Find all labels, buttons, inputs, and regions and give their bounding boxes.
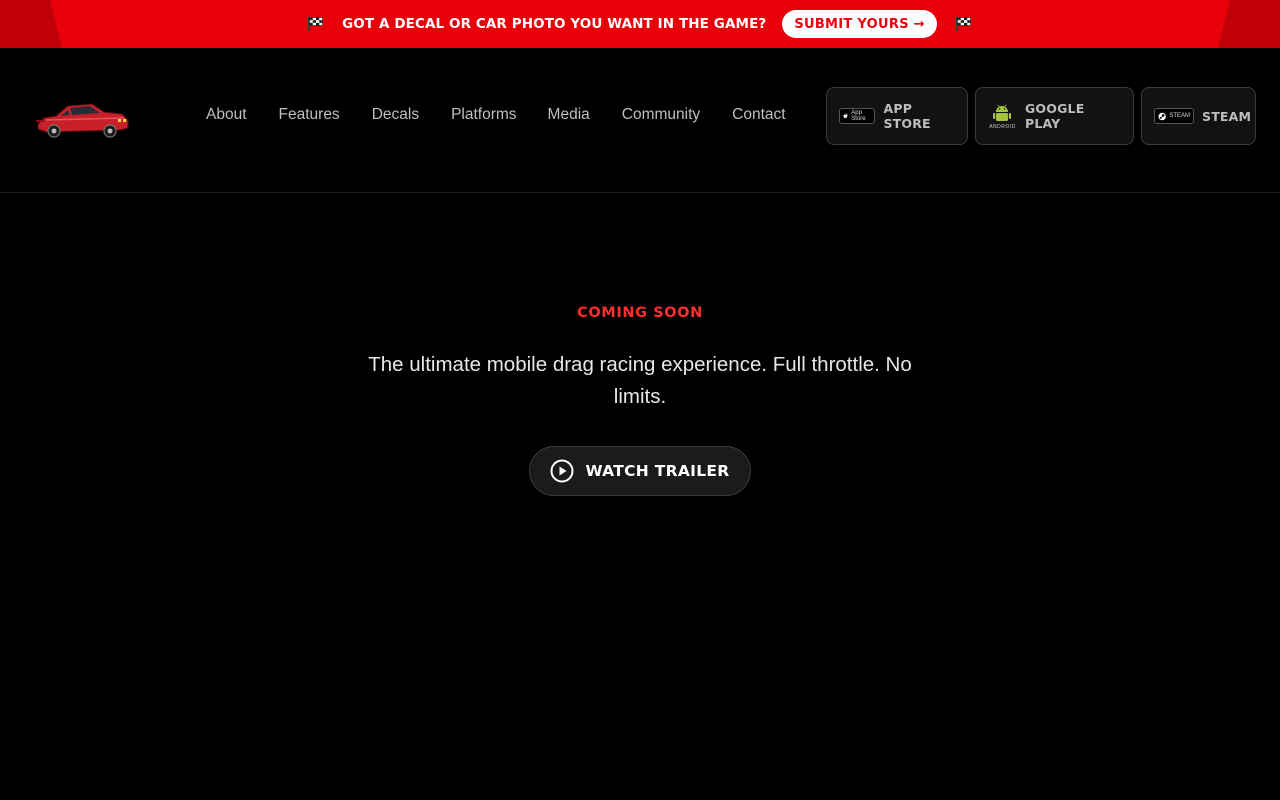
watch-trailer-label: WATCH TRAILER	[585, 462, 730, 480]
nav-platforms[interactable]: Platforms	[451, 105, 516, 125]
steam-button[interactable]: STEAM STEAM	[1141, 87, 1256, 145]
coming-soon-label: COMING SOON	[577, 305, 703, 321]
steam-icon	[1158, 112, 1166, 120]
banner-left-shade	[0, 0, 62, 48]
submit-yours-button[interactable]: SUBMIT YOURS →	[782, 10, 937, 38]
watch-trailer-button[interactable]: WATCH TRAILER	[529, 446, 751, 496]
app-store-badge-text: App Store	[851, 110, 866, 122]
app-store-button[interactable]: App Store APP STORE	[826, 87, 968, 145]
main-nav: About Features Decals Platforms Media Co…	[206, 105, 786, 125]
nav-media[interactable]: Media	[548, 105, 590, 125]
app-store-badge: App Store	[839, 108, 876, 124]
steam-badge: STEAM	[1154, 108, 1194, 124]
nav-contact[interactable]: Contact	[732, 105, 785, 125]
promo-text: GOT A DECAL OR CAR PHOTO YOU WANT IN THE…	[342, 16, 767, 32]
apple-icon	[843, 113, 848, 118]
site-header: About Features Decals Platforms Media Co…	[0, 48, 1280, 193]
red-car-logo-icon[interactable]	[34, 98, 132, 142]
nav-decals[interactable]: Decals	[372, 105, 419, 125]
play-circle-icon	[550, 459, 574, 483]
steam-label: STEAM	[1202, 108, 1252, 124]
checkered-flag-icon	[955, 16, 973, 32]
app-store-label: APP STORE	[883, 101, 931, 131]
hero-tagline: The ultimate mobile drag racing experien…	[368, 353, 912, 408]
android-badge-text: ANDROID	[989, 124, 1016, 130]
nav-community[interactable]: Community	[622, 105, 700, 125]
checkered-flag-icon	[307, 16, 325, 32]
hero-section: COMING SOON The ultimate mobile drag rac…	[0, 193, 1280, 800]
android-icon: ANDROID	[988, 102, 1017, 130]
promo-banner: GOT A DECAL OR CAR PHOTO YOU WANT IN THE…	[0, 0, 1280, 48]
nav-features[interactable]: Features	[279, 105, 340, 125]
nav-about[interactable]: About	[206, 105, 247, 125]
store-buttons: App Store APP STORE ANDROID GOOGLE PLAY	[826, 87, 1256, 145]
banner-right-shade	[1218, 0, 1280, 48]
google-play-button[interactable]: ANDROID GOOGLE PLAY	[975, 87, 1134, 145]
steam-badge-text: STEAM	[1169, 113, 1190, 119]
google-play-label: GOOGLE PLAY	[1024, 101, 1085, 131]
